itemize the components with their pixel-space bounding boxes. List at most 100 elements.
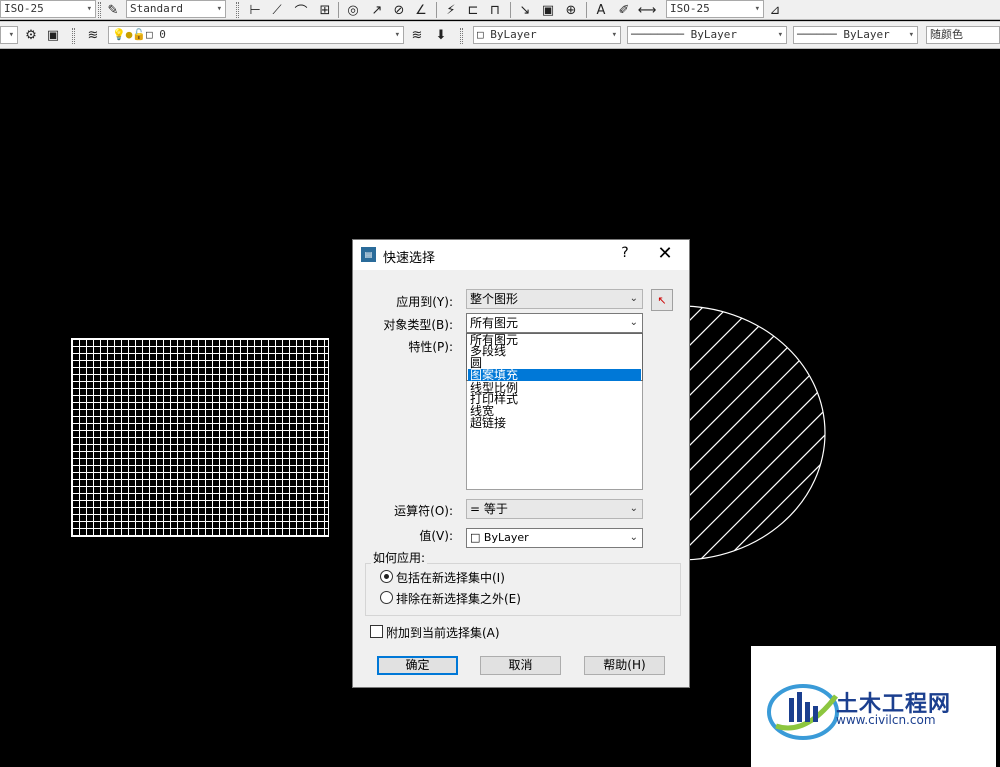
object-type-value: 所有图元 [470, 316, 519, 330]
object-type-label: 对象类型(B): [383, 318, 453, 332]
continue-dim-icon[interactable]: ⊓ [486, 1, 504, 19]
chevron-down-icon: ▾ [8, 30, 14, 40]
toolbar-grip[interactable] [98, 2, 101, 18]
toolbar-grip[interactable] [72, 28, 75, 44]
screen-icon[interactable]: ▣ [44, 26, 62, 44]
close-icon[interactable]: ✕ [653, 243, 677, 264]
hatched-semicircle[interactable] [680, 300, 840, 570]
layer-previous-icon[interactable]: ⬇ [432, 26, 450, 44]
chevron-down-icon: ▾ [611, 30, 617, 40]
help-button[interactable]: 帮助(H) [584, 656, 665, 675]
quick-dim-icon[interactable]: ⚡ [442, 1, 460, 19]
grid-hatch-rectangle[interactable] [71, 338, 329, 537]
make-current-icon[interactable]: ≋ [408, 26, 426, 44]
append-label[interactable]: 附加到当前选择集(A) [386, 624, 500, 641]
chevron-down-icon: ▾ [86, 4, 92, 14]
layers-toolbar: ▾ ⚙ ▣ ≋ 💡●🔓□ 0 ▾ ≋ ⬇ □ ByLayer ▾ ──────── … [0, 21, 1000, 49]
cancel-button[interactable]: 取消 [480, 656, 561, 675]
center-mark-icon[interactable]: ⊕ [562, 1, 580, 19]
list-item[interactable]: 多段线 [468, 345, 641, 357]
select-objects-button[interactable]: ↖ [651, 289, 673, 311]
app-icon: ▤ [361, 247, 376, 262]
textstyle-value: Standard [130, 2, 183, 15]
aligned-dim-icon[interactable]: ⟋ [268, 1, 286, 19]
radius-dim-icon[interactable]: ◎ [344, 1, 362, 19]
dimstyle2-combo[interactable]: ISO-25 ▾ [666, 0, 764, 18]
exclude-label[interactable]: 排除在新选择集之外(E) [396, 590, 521, 607]
linetype-combo[interactable]: ──────── ByLayer ▾ [627, 26, 787, 44]
quick-select-dialog: ▤ 快速选择 ? ✕ 应用到(Y): 整个图形 ⌄ ↖ 对象类型(B): 所有图元… [352, 239, 690, 688]
dialog-titlebar[interactable]: ▤ 快速选择 ? ✕ [353, 240, 689, 270]
chevron-down-icon: ▾ [216, 4, 222, 14]
ok-button[interactable]: 确定 [377, 656, 458, 675]
exclude-radio[interactable] [380, 591, 393, 604]
jogged-dim-icon[interactable]: ↗ [368, 1, 386, 19]
object-type-dropdown-list[interactable]: 所有图元 多段线 圆 图案填充 [466, 333, 643, 381]
include-label[interactable]: 包括在新选择集中(I) [396, 569, 505, 586]
diameter-dim-icon[interactable]: ⊘ [390, 1, 408, 19]
chevron-down-icon: ▾ [394, 30, 400, 40]
settings-icon[interactable]: ⚙ [22, 26, 40, 44]
dialog-title: 快速选择 [383, 251, 436, 266]
civilcn-logo-icon [767, 684, 839, 740]
apply-to-dropdown[interactable]: 整个图形 ⌄ [466, 289, 643, 309]
dimstyle2-value: ISO-25 [670, 2, 710, 15]
color-swatch-icon: □ [477, 28, 484, 41]
list-item-selected[interactable]: 图案填充 [468, 369, 641, 381]
lightbulb-icon: 💡 [112, 28, 126, 41]
watermark-logo: 土木工程网 www.civilcn.com [751, 646, 996, 767]
line-sample-icon: ──────── [631, 28, 691, 41]
operator-label: 运算符(O): [394, 504, 453, 518]
chevron-down-icon: ⌄ [629, 503, 638, 514]
toolbar-grip[interactable] [236, 2, 239, 18]
operator-dropdown[interactable]: = 等于 ⌄ [466, 499, 643, 519]
dimstyle-combo[interactable]: ISO-25 ▾ [0, 0, 96, 18]
layer-combo[interactable]: 💡●🔓□ 0 ▾ [108, 26, 404, 44]
plotstyle-value: 随颜色 [930, 28, 963, 41]
chevron-down-icon: ⌄ [629, 317, 638, 328]
color-value: ByLayer [490, 28, 537, 41]
qleader-icon[interactable]: ↘ [516, 1, 534, 19]
apply-to-value: 整个图形 [470, 292, 519, 306]
how-to-apply-title: 如何应用: [371, 549, 428, 566]
color-combo[interactable]: □ ByLayer ▾ [473, 26, 621, 44]
chevron-down-icon: ▾ [754, 4, 760, 14]
lineweight-value: ByLayer [843, 28, 890, 41]
layer-properties-icon[interactable]: ≋ [84, 26, 102, 44]
dimstyle-value: ISO-25 [4, 2, 44, 15]
chevron-down-icon: ⌄ [629, 293, 638, 304]
textstyle-icon[interactable]: ✎ [104, 1, 122, 19]
apply-to-label: 应用到(Y): [396, 295, 453, 309]
object-type-dropdown[interactable]: 所有图元 ⌄ [466, 313, 643, 333]
workspace-combo[interactable]: ▾ [0, 26, 18, 44]
value-dropdown[interactable]: □ ByLayer ⌄ [466, 528, 643, 548]
linear-dim-icon[interactable]: ⊢ [246, 1, 264, 19]
value-label: 值(V): [419, 529, 453, 543]
dimtedit-icon[interactable]: ✐ [615, 1, 633, 19]
chevron-down-icon: ▾ [908, 30, 914, 40]
include-radio[interactable] [380, 570, 393, 583]
list-item[interactable]: 超链接 [470, 417, 506, 429]
arc-length-icon[interactable]: ⌒ [292, 1, 310, 20]
help-icon[interactable]: ? [615, 245, 635, 261]
plotstyle-combo[interactable]: 随颜色 [926, 26, 1000, 44]
linetype-value: ByLayer [690, 28, 737, 41]
dim-update-icon[interactable]: ⟷ [638, 1, 657, 19]
toolbar-grip[interactable] [460, 28, 463, 44]
textstyle-combo[interactable]: Standard ▾ [126, 0, 226, 18]
ordinate-dim-icon[interactable]: ⊞ [316, 1, 334, 19]
watermark-url: www.civilcn.com [836, 713, 936, 727]
baseline-dim-icon[interactable]: ⊏ [464, 1, 482, 19]
append-checkbox[interactable] [370, 625, 383, 638]
tolerance-icon[interactable]: ▣ [539, 1, 557, 19]
value-value: ByLayer [483, 531, 529, 544]
chevron-down-icon: ▾ [777, 30, 783, 40]
dimstyle-manager-icon[interactable]: ⊿ [766, 1, 784, 19]
styles-toolbar: ISO-25 ▾ ✎ Standard ▾ ⊢ ⟋ ⌒ ⊞ ◎ ↗ ⊘ ∠ ⚡ ⊏ … [0, 0, 1000, 20]
dimedit-icon[interactable]: A [592, 1, 610, 19]
lock-icon: 🔓 [132, 28, 147, 41]
lineweight-combo[interactable]: ────── ByLayer ▾ [793, 26, 918, 44]
angular-dim-icon[interactable]: ∠ [412, 1, 430, 19]
select-objects-icon: ↖ [657, 293, 667, 307]
color-swatch-icon: □ [146, 28, 153, 41]
